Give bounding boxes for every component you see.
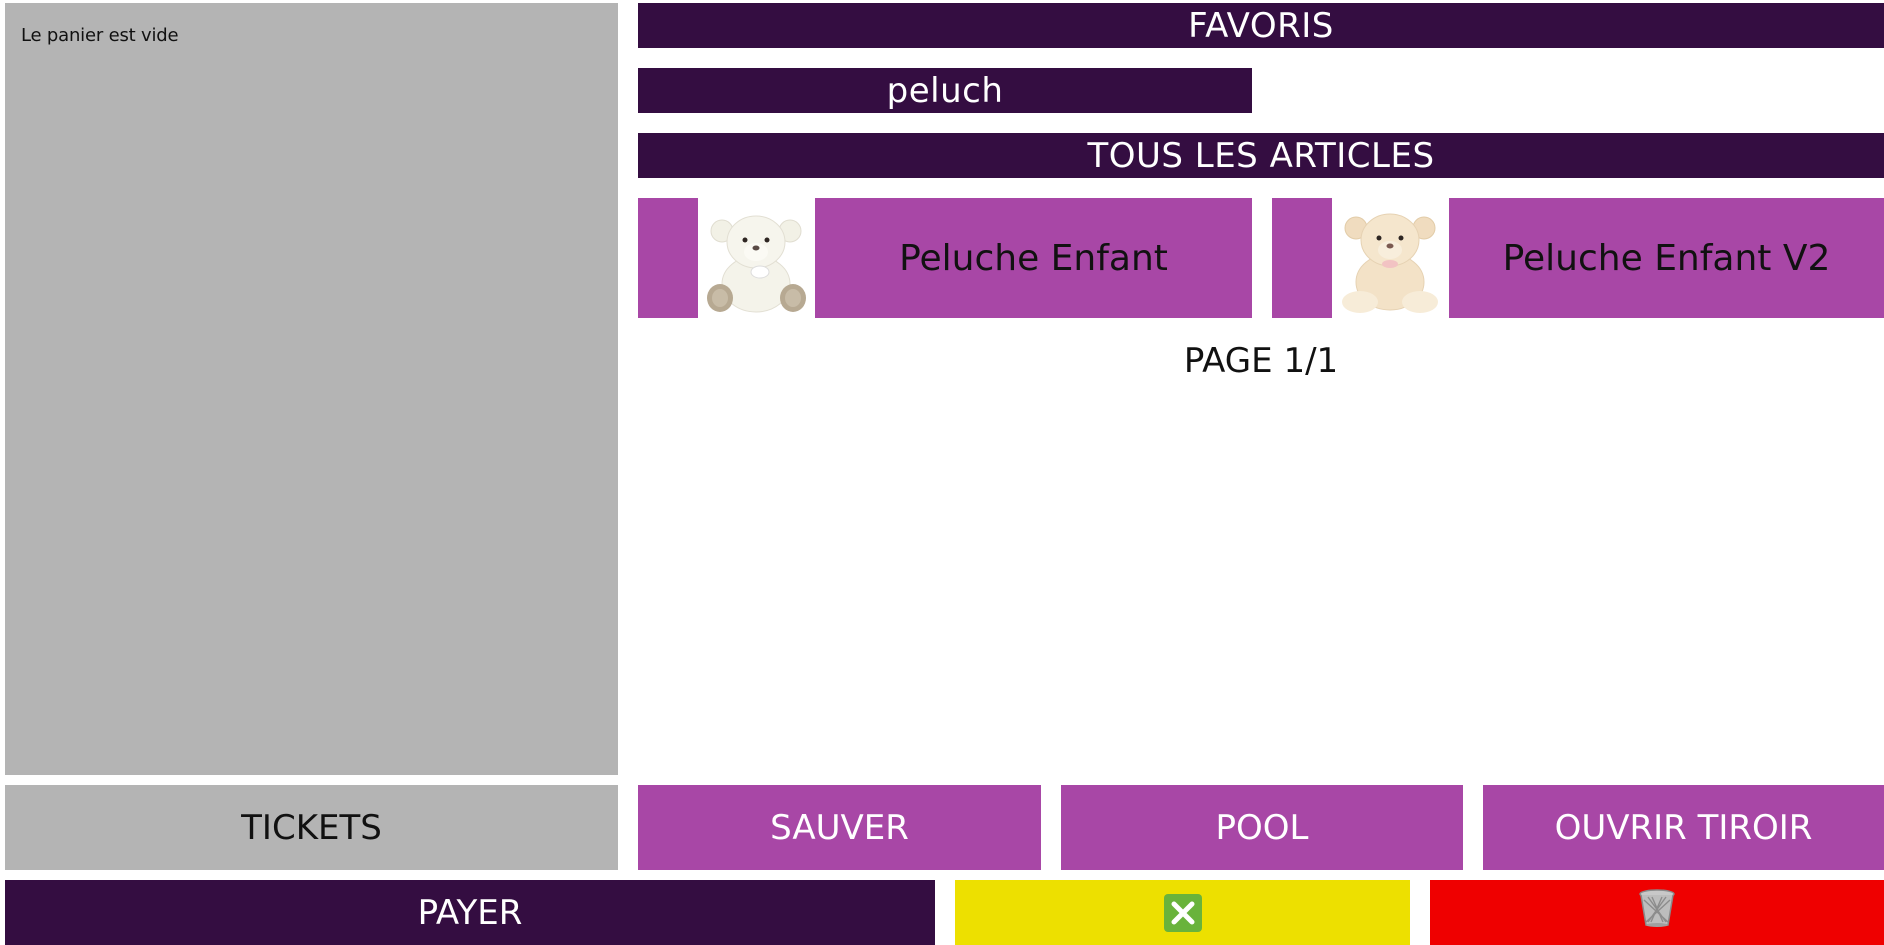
cart-panel: Le panier est vide [5, 3, 618, 775]
cart-empty-message: Le panier est vide [21, 25, 179, 46]
page-indicator: PAGE 1/1 [1183, 341, 1339, 381]
product-name: Peluche Enfant [899, 237, 1168, 279]
pool-button[interactable]: POOL [1061, 785, 1463, 870]
product-image-teddy-bear [1332, 198, 1449, 318]
product-image-teddy-bear [698, 198, 815, 318]
all-articles-button[interactable]: TOUS LES ARTICLES [638, 133, 1884, 178]
favorites-button[interactable]: FAVORIS [638, 3, 1884, 48]
tickets-label: TICKETS [241, 807, 382, 848]
search-category-button[interactable]: peluch [638, 68, 1252, 113]
search-category-label: peluch [886, 70, 1004, 111]
favorites-label: FAVORIS [1188, 5, 1334, 46]
tickets-button[interactable]: TICKETS [5, 785, 618, 870]
pay-label: PAYER [417, 892, 523, 933]
close-box-icon [1163, 893, 1202, 932]
product-tile-peluche-enfant-v2[interactable]: Peluche Enfant V2 [1272, 198, 1884, 318]
trash-basket-icon [1638, 888, 1676, 937]
cancel-button[interactable] [955, 880, 1410, 945]
product-name: Peluche Enfant V2 [1502, 237, 1831, 279]
delete-button[interactable] [1430, 880, 1884, 945]
product-tile-peluche-enfant[interactable]: Peluche Enfant [638, 198, 1252, 318]
save-button[interactable]: SAUVER [638, 785, 1041, 870]
all-articles-label: TOUS LES ARTICLES [1087, 135, 1435, 176]
save-label: SAUVER [770, 807, 909, 848]
pay-button[interactable]: PAYER [5, 880, 935, 945]
open-drawer-button[interactable]: OUVRIR TIROIR [1483, 785, 1884, 870]
open-drawer-label: OUVRIR TIROIR [1554, 807, 1813, 848]
pool-label: POOL [1215, 807, 1309, 848]
